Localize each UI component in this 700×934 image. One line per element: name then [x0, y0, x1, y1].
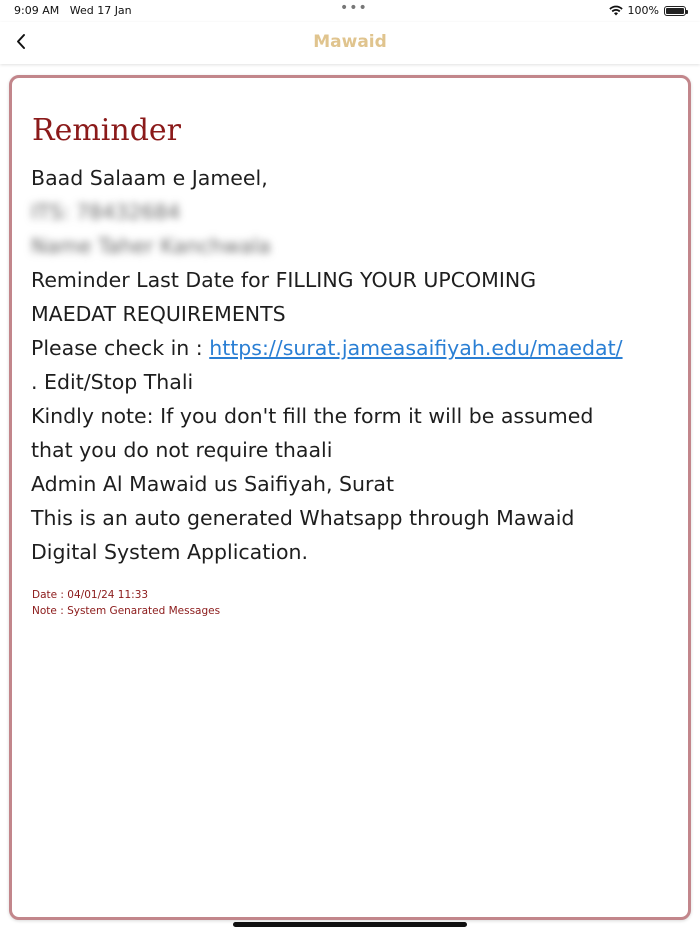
- wifi-icon: [608, 5, 623, 16]
- greeting-line: Baad Salaam e Jameel,: [31, 166, 268, 190]
- multitasking-dots-icon[interactable]: •••: [340, 0, 368, 16]
- admin-line: Admin Al Mawaid us Saifiyah, Surat: [31, 472, 395, 496]
- message-body: Baad Salaam e Jameel, ITS: 78432684 Name…: [31, 161, 671, 569]
- battery-percent: 100%: [627, 4, 659, 17]
- status-time-text: 9:09 AM: [14, 4, 60, 17]
- redacted-its-line: ITS: 78432684: [31, 200, 181, 224]
- note-line-2: that you do not require thaali: [31, 438, 333, 462]
- message-note: Note : System Genarated Messages: [32, 605, 221, 617]
- status-bar: 9:09 AM Wed 17 Jan ••• 100%: [0, 0, 700, 22]
- status-date: Wed 17 Jan: [69, 4, 132, 17]
- auto-line-2: Digital System Application.: [31, 540, 309, 564]
- nav-title: Mawaid: [313, 32, 387, 52]
- redacted-name-line: Name Taher Kanchwala: [31, 234, 271, 258]
- status-right: 100%: [608, 4, 688, 17]
- edit-stop-line: . Edit/Stop Thali: [31, 370, 194, 394]
- message-heading: Reminder: [32, 113, 182, 148]
- home-indicator[interactable]: [233, 922, 467, 927]
- battery-icon: [664, 5, 688, 16]
- reminder-line-1: Reminder Last Date for FILLING YOUR UPCO…: [31, 268, 537, 292]
- note-line-1: Kindly note: If you don't fill the form …: [31, 404, 594, 428]
- check-line: Please check in : https://surat.jameasai…: [31, 331, 671, 365]
- status-time: 9:09 AM Wed 17 Jan: [14, 4, 132, 17]
- check-prefix: Please check in :: [31, 336, 210, 360]
- reminder-line-2: MAEDAT REQUIREMENTS: [31, 302, 286, 326]
- message-date: Date : 04/01/24 11:33: [32, 589, 149, 601]
- message-meta: Date : 04/01/24 11:33 Note : System Gena…: [32, 587, 220, 619]
- navigation-bar: Mawaid: [0, 22, 700, 64]
- message-card: Reminder Baad Salaam e Jameel, ITS: 7843…: [9, 75, 691, 920]
- auto-line-1: This is an auto generated Whatsapp throu…: [31, 506, 575, 530]
- maedat-link[interactable]: https://surat.jameasaifiyah.edu/maedat/: [209, 336, 622, 360]
